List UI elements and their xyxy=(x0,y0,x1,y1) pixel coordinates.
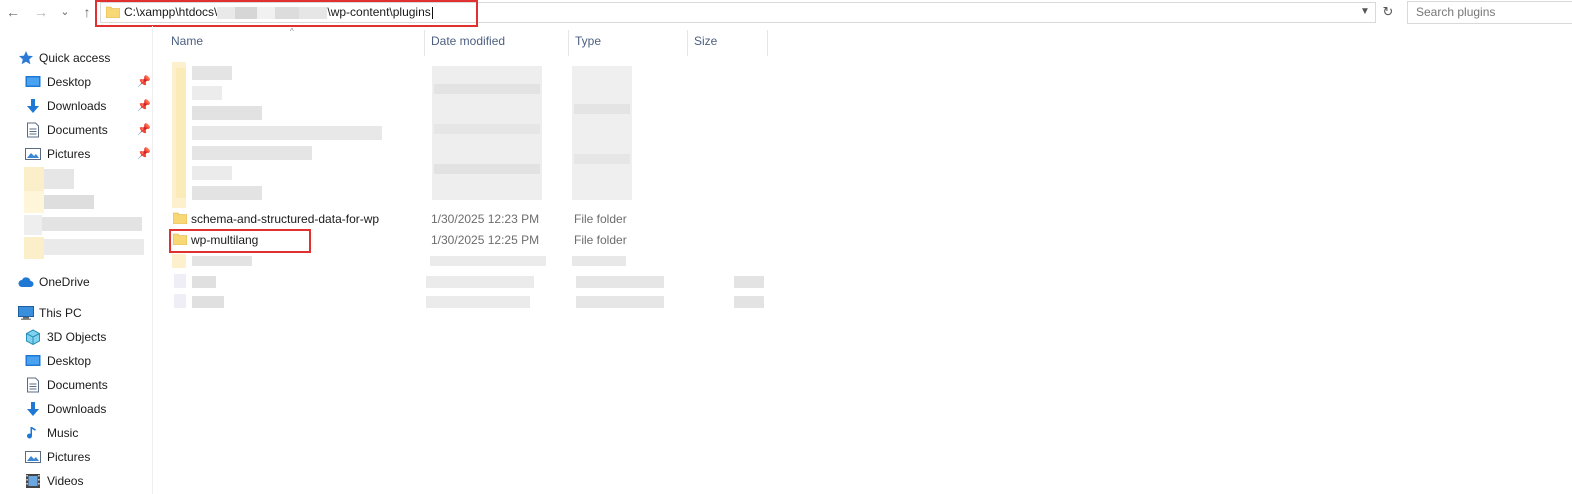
sidebar-item-desktop-pc[interactable]: Desktop xyxy=(0,350,152,372)
redacted-file-rows xyxy=(172,254,772,312)
pin-icon: 📌 xyxy=(137,148,151,160)
file-type: File folder xyxy=(574,233,627,247)
sidebar-label: Downloads xyxy=(47,402,107,416)
redacted-path xyxy=(217,6,328,19)
documents-icon xyxy=(27,377,39,393)
folder-icon xyxy=(106,6,120,18)
column-divider[interactable] xyxy=(767,30,768,56)
sidebar-item-pictures-pc[interactable]: Pictures xyxy=(0,446,152,468)
sidebar-item-videos[interactable]: Videos xyxy=(0,470,152,492)
column-header-name[interactable]: Name xyxy=(171,34,421,54)
sidebar-label: Videos xyxy=(47,474,84,488)
address-history-button[interactable]: ▼ xyxy=(1360,4,1372,20)
text-cursor xyxy=(431,6,433,19)
sidebar-label: Documents xyxy=(47,123,108,137)
music-icon xyxy=(27,427,36,439)
sidebar-label: Downloads xyxy=(47,99,107,113)
back-button[interactable]: ← xyxy=(4,3,22,21)
file-date: 1/30/2025 12:25 PM xyxy=(431,233,540,247)
sidebar-item-downloads[interactable]: Downloads 📌 xyxy=(0,95,152,117)
search-box[interactable]: Search plugins xyxy=(1407,1,1572,24)
address-bar[interactable]: C:\xampp\htdocs\ \wp-content\plugins ▼ xyxy=(100,2,1376,23)
chevron-down-icon: ▼ xyxy=(1360,6,1370,17)
sidebar-item-3d-objects[interactable]: 3D Objects xyxy=(0,326,152,348)
sidebar-label: Pictures xyxy=(47,450,91,464)
sidebar-label: Pictures xyxy=(47,147,91,161)
sidebar-divider xyxy=(152,26,153,494)
file-row[interactable]: wp-multilang 1/30/2025 12:25 PM File fol… xyxy=(166,229,776,250)
sidebar-label-this-pc: This PC xyxy=(39,306,82,320)
sidebar-label: 3D Objects xyxy=(47,330,107,344)
sidebar-item-desktop[interactable]: Desktop 📌 xyxy=(0,71,152,93)
address-path[interactable]: C:\xampp\htdocs\ \wp-content\plugins xyxy=(124,5,433,19)
column-header-label: Date modified xyxy=(431,34,506,48)
sidebar-item-music[interactable]: Music xyxy=(0,422,152,444)
pictures-icon xyxy=(25,148,41,160)
column-header-label: Name xyxy=(171,34,204,48)
download-icon xyxy=(27,402,39,416)
folder-icon xyxy=(173,212,187,224)
sidebar-item-pictures[interactable]: Pictures 📌 xyxy=(0,143,152,165)
column-divider[interactable] xyxy=(687,30,688,56)
download-icon xyxy=(27,99,39,113)
sidebar-label-onedrive: OneDrive xyxy=(39,275,90,289)
address-path-end: \wp-content\plugins xyxy=(327,5,431,19)
column-header-label: Type xyxy=(575,34,602,48)
videos-icon xyxy=(26,474,40,488)
redacted-sidebar-items xyxy=(24,167,144,259)
sidebar-item-downloads-pc[interactable]: Downloads xyxy=(0,398,152,420)
3d-objects-icon xyxy=(26,329,40,345)
sidebar-label-quick-access: Quick access xyxy=(39,51,111,65)
column-divider[interactable] xyxy=(568,30,569,56)
desktop-icon xyxy=(25,76,41,87)
sidebar-quick-access[interactable]: Quick access xyxy=(0,47,152,69)
sidebar-label: Documents xyxy=(47,378,108,392)
cloud-icon xyxy=(18,277,34,287)
chevron-down-icon: ⌄ xyxy=(60,6,70,18)
column-divider[interactable] xyxy=(424,30,425,56)
sidebar-label: Desktop xyxy=(47,75,92,89)
star-icon xyxy=(19,51,33,65)
documents-icon xyxy=(27,122,39,138)
pictures-icon xyxy=(25,451,41,463)
navigation-bar: ← → ⌄ ↑ C:\xampp\htdocs\ \wp-content\plu… xyxy=(0,0,1572,27)
desktop-icon xyxy=(25,355,41,366)
up-button[interactable]: ↑ xyxy=(78,3,96,21)
up-arrow-icon: ↑ xyxy=(83,4,91,20)
sidebar-label: Desktop xyxy=(47,354,92,368)
folder-icon xyxy=(173,233,187,245)
pin-icon: 📌 xyxy=(137,124,151,136)
file-name: schema-and-structured-data-for-wp xyxy=(191,212,380,226)
column-header-label: Size xyxy=(694,34,718,48)
file-name: wp-multilang xyxy=(191,233,259,247)
back-arrow-icon: ← xyxy=(6,4,20,20)
file-row[interactable]: schema-and-structured-data-for-wp 1/30/2… xyxy=(166,208,776,229)
search-placeholder: Search plugins xyxy=(1416,5,1496,19)
recent-locations-button[interactable]: ⌄ xyxy=(58,3,72,21)
pin-icon: 📌 xyxy=(137,100,151,112)
refresh-button[interactable]: ↻ xyxy=(1380,3,1396,21)
address-path-start: C:\xampp\htdocs\ xyxy=(124,5,218,19)
file-type: File folder xyxy=(574,212,627,226)
column-header-type[interactable]: Type xyxy=(575,34,685,54)
sidebar-item-documents-pc[interactable]: Documents xyxy=(0,374,152,396)
sidebar-item-documents[interactable]: Documents 📌 xyxy=(0,119,152,141)
forward-button[interactable]: → xyxy=(32,3,50,21)
redacted-file-rows xyxy=(172,62,642,208)
file-date: 1/30/2025 12:23 PM xyxy=(431,212,540,226)
column-header-size[interactable]: Size xyxy=(694,34,764,54)
column-header-date[interactable]: Date modified xyxy=(431,34,566,54)
computer-icon xyxy=(18,306,34,320)
forward-arrow-icon: → xyxy=(34,4,48,20)
pin-icon: 📌 xyxy=(137,76,151,88)
refresh-icon: ↻ xyxy=(1382,4,1394,19)
sidebar-label: Music xyxy=(47,426,79,440)
sidebar-item-this-pc[interactable]: This PC xyxy=(0,302,152,324)
sidebar-item-onedrive[interactable]: OneDrive xyxy=(0,271,152,293)
